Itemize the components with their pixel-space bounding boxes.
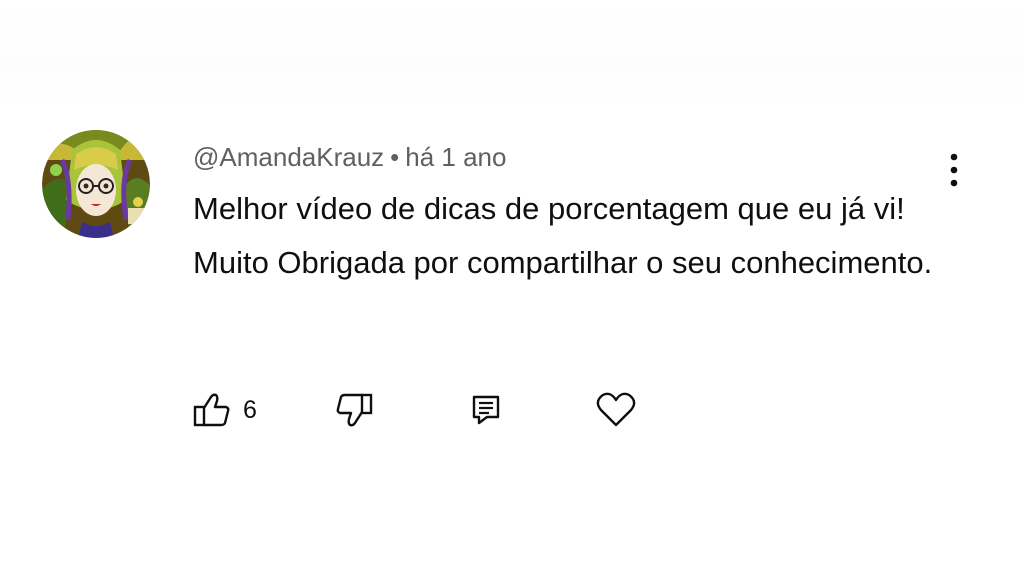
more-vertical-icon xyxy=(950,153,958,187)
comment-time[interactable]: há 1 ano xyxy=(405,142,506,172)
thumbs-up-icon xyxy=(193,393,230,427)
reply-comment-icon xyxy=(472,395,500,425)
comment-actions: 6 xyxy=(193,388,636,432)
avatar-illustration-icon xyxy=(42,130,150,238)
thumbs-down-icon xyxy=(336,393,373,427)
comment-page: @AmandaKrauz • há 1 ano Melhor vídeo de di… xyxy=(0,0,1024,576)
meta-separator: • xyxy=(390,142,400,172)
dislike-button[interactable] xyxy=(335,392,373,428)
more-options-button[interactable] xyxy=(939,150,969,190)
heart-button[interactable] xyxy=(596,392,636,428)
author-handle[interactable]: @AmandaKrauz xyxy=(193,142,384,172)
like-count: 6 xyxy=(243,395,257,424)
comment-content: @AmandaKrauz • há 1 ano Melhor vídeo de di… xyxy=(193,140,932,290)
reply-button[interactable] xyxy=(471,394,501,426)
top-fade xyxy=(0,0,1024,105)
avatar[interactable] xyxy=(42,130,150,238)
like-button[interactable]: 6 xyxy=(193,392,257,428)
comment-meta: @AmandaKrauz • há 1 ano xyxy=(193,140,913,174)
comment-text: Melhor vídeo de dicas de porcentagem que… xyxy=(193,191,933,280)
heart-icon xyxy=(596,392,636,427)
